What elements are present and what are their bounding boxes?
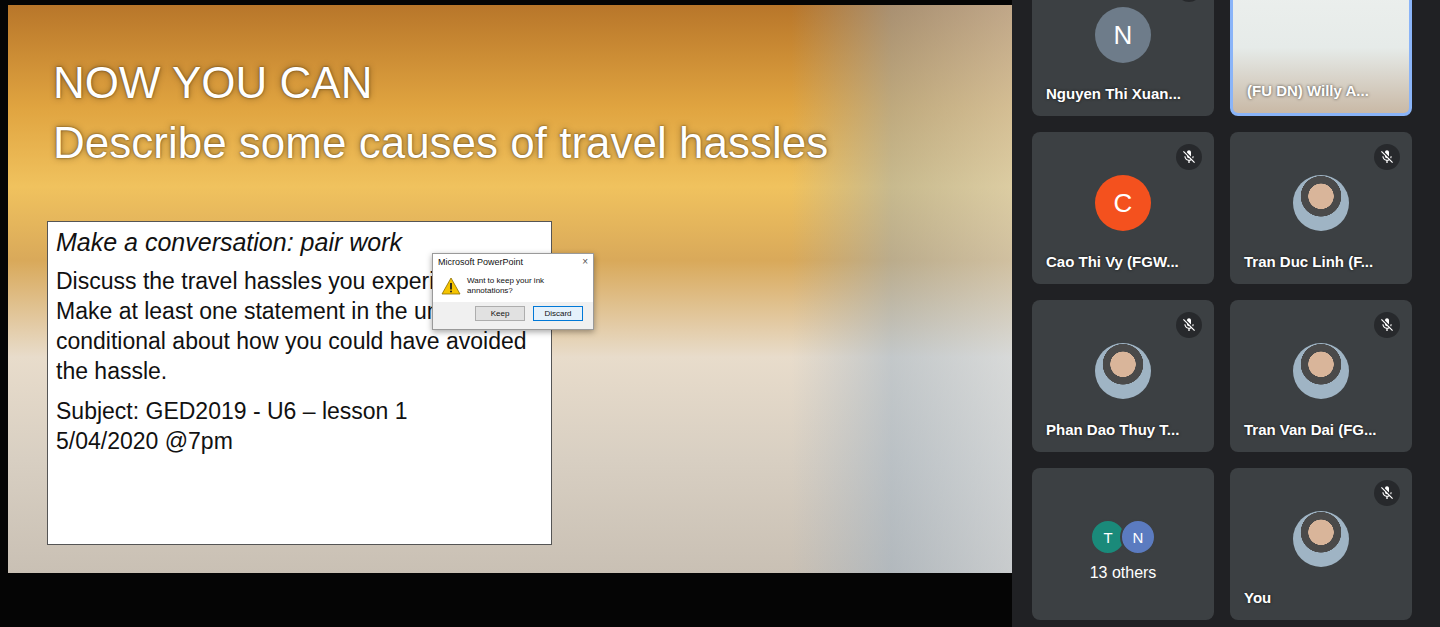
dialog-message: Want to keep your ink annotations? (467, 276, 587, 296)
participant-tile[interactable]: You (1230, 468, 1412, 620)
powerpoint-dialog: Microsoft PowerPoint × Want to keep your i… (432, 253, 594, 330)
mic-off-icon (1374, 480, 1400, 506)
participant-name: You (1244, 588, 1398, 608)
dialog-button[interactable]: Keep (475, 306, 525, 321)
participant-name: Phan Dao Thuy T... (1046, 420, 1200, 440)
participants-panel: N Nguyen Thi Xuan... (FU DN) Willy A... C Ca… (1012, 0, 1440, 627)
slide-title-line: NOW YOU CAN (53, 53, 1012, 113)
participant-tile[interactable]: Phan Dao Thuy T... (1032, 300, 1214, 452)
mic-off-icon (1176, 0, 1202, 2)
avatar-photo (1293, 511, 1349, 567)
tile-body (1247, 0, 1395, 81)
tile-body (1244, 322, 1398, 420)
avatar: C (1095, 175, 1151, 231)
avatar-photo (1293, 343, 1349, 399)
slide: NOW YOU CANDescribe some causes of trave… (8, 5, 1012, 573)
participant-name: Tran Van Dai (FG... (1244, 420, 1398, 440)
presentation-area: NOW YOU CANDescribe some causes of trave… (0, 0, 1012, 627)
tile-body: N (1046, 0, 1200, 84)
participant-tile[interactable]: Tran Van Dai (FG... (1230, 300, 1412, 452)
participant-tile[interactable]: C Cao Thi Vy (FGW... (1032, 132, 1214, 284)
dialog-buttons: Keep Discard (433, 302, 593, 329)
mic-off-icon (1374, 312, 1400, 338)
tile-body: C (1046, 154, 1200, 252)
participant-tile[interactable]: N Nguyen Thi Xuan... (1032, 0, 1214, 116)
mic-off-icon (1176, 312, 1202, 338)
participant-tile[interactable]: Tran Duc Linh (F... (1230, 132, 1412, 284)
tile-body (1244, 490, 1398, 588)
avatar-photo (1293, 175, 1349, 231)
dialog-title-bar: Microsoft PowerPoint × (433, 254, 593, 270)
participant-name: Tran Duc Linh (F... (1244, 252, 1398, 272)
tile-body (1046, 322, 1200, 420)
mic-off-icon (1176, 144, 1202, 170)
warning-icon (441, 277, 461, 295)
tile-body (1244, 154, 1398, 252)
dialog-button[interactable]: Discard (533, 306, 583, 321)
slide-title: NOW YOU CANDescribe some causes of trave… (47, 53, 1012, 173)
dialog-title: Microsoft PowerPoint (438, 257, 523, 267)
slide-title-line: Describe some causes of travel hassles (53, 113, 1012, 173)
task-subject: Subject: GED2019 - U6 – lesson 1 (56, 396, 543, 426)
others-label: 13 others (1090, 563, 1157, 583)
avatar: N (1120, 519, 1156, 555)
participant-name: Cao Thi Vy (FGW... (1046, 252, 1200, 272)
meeting-window: NOW YOU CANDescribe some causes of trave… (0, 0, 1440, 627)
others-group: TN 13 others (1046, 490, 1200, 608)
mic-off-icon (1374, 144, 1400, 170)
others-avatars: TN (1090, 519, 1156, 555)
participant-grid: N Nguyen Thi Xuan... (FU DN) Willy A... C Ca… (1012, 0, 1440, 620)
avatar-photo (1095, 343, 1151, 399)
participant-name: Nguyen Thi Xuan... (1046, 84, 1200, 104)
avatar: N (1095, 7, 1151, 63)
dialog-body: Want to keep your ink annotations? (433, 270, 593, 302)
task-date: 5/04/2020 @7pm (56, 426, 543, 456)
participant-tile[interactable]: TN 13 others (1032, 468, 1214, 620)
dialog-close-button[interactable]: × (582, 257, 588, 267)
participant-name: (FU DN) Willy A... (1247, 81, 1395, 101)
participant-tile[interactable]: (FU DN) Willy A... (1230, 0, 1412, 116)
